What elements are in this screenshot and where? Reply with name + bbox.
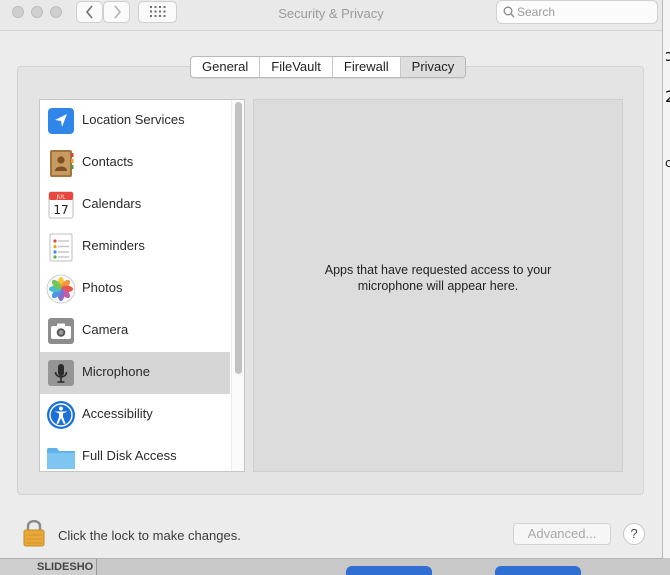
tab-filevault[interactable]: FileVault bbox=[260, 57, 333, 77]
sidebar-item-contacts[interactable]: Contacts bbox=[40, 142, 230, 184]
detail-message: Apps that have requested access to your … bbox=[324, 263, 552, 293]
svg-text:17: 17 bbox=[53, 203, 68, 217]
accessibility-icon bbox=[47, 401, 75, 429]
background-blue-element bbox=[495, 566, 581, 575]
scrollbar-thumb[interactable] bbox=[235, 102, 242, 374]
background-window-edge: ɔ 2 c bbox=[662, 0, 670, 575]
tab-firewall[interactable]: Firewall bbox=[333, 57, 401, 77]
calendar-icon: JUL 17 bbox=[48, 191, 74, 219]
search-icon bbox=[503, 6, 515, 18]
tab-general[interactable]: General bbox=[191, 57, 261, 77]
sidebar-item-photos[interactable]: Photos bbox=[40, 268, 230, 310]
reminders-icon bbox=[49, 233, 73, 262]
advanced-button[interactable]: Advanced... bbox=[513, 523, 611, 545]
sidebar-item-location-services[interactable]: Location Services bbox=[40, 100, 230, 142]
background-slideshow-tab: SLIDESHO bbox=[0, 558, 97, 575]
privacy-detail-pane: Apps that have requested access to your … bbox=[253, 99, 623, 472]
lock-icon[interactable] bbox=[22, 518, 46, 548]
privacy-tab-bar: General FileVault Firewall Privacy bbox=[190, 56, 467, 78]
sidebar-item-camera[interactable]: Camera bbox=[40, 310, 230, 352]
sidebar-item-reminders[interactable]: Reminders bbox=[40, 226, 230, 268]
content-panel: Location Services Contacts JUL 17 Calend… bbox=[17, 66, 644, 495]
search-input[interactable] bbox=[517, 3, 653, 21]
list-scrollbar[interactable] bbox=[231, 100, 244, 471]
sidebar-item-calendars[interactable]: JUL 17 Calendars bbox=[40, 184, 230, 226]
lock-instruction-text: Click the lock to make changes. bbox=[58, 528, 241, 543]
microphone-icon bbox=[48, 360, 74, 386]
contacts-book-icon bbox=[50, 150, 74, 177]
background-blue-element bbox=[346, 566, 432, 575]
photos-flower-icon bbox=[46, 274, 76, 304]
sidebar-item-accessibility[interactable]: Accessibility bbox=[40, 394, 230, 436]
sidebar-item-microphone[interactable]: Microphone bbox=[40, 352, 230, 394]
privacy-category-list[interactable]: Location Services Contacts JUL 17 Calend… bbox=[39, 99, 245, 472]
svg-text:JUL: JUL bbox=[56, 195, 67, 201]
security-privacy-window: Security & Privacy Location Services bbox=[0, 0, 663, 559]
location-arrow-icon bbox=[48, 108, 74, 134]
tab-privacy[interactable]: Privacy bbox=[400, 57, 466, 77]
folder-icon bbox=[47, 448, 75, 469]
search-field[interactable] bbox=[496, 0, 658, 24]
sidebar-item-full-disk-access[interactable]: Full Disk Access bbox=[40, 436, 230, 471]
help-button[interactable]: ? bbox=[623, 523, 645, 545]
title-bar: Security & Privacy bbox=[0, 0, 662, 31]
camera-icon bbox=[48, 318, 74, 344]
